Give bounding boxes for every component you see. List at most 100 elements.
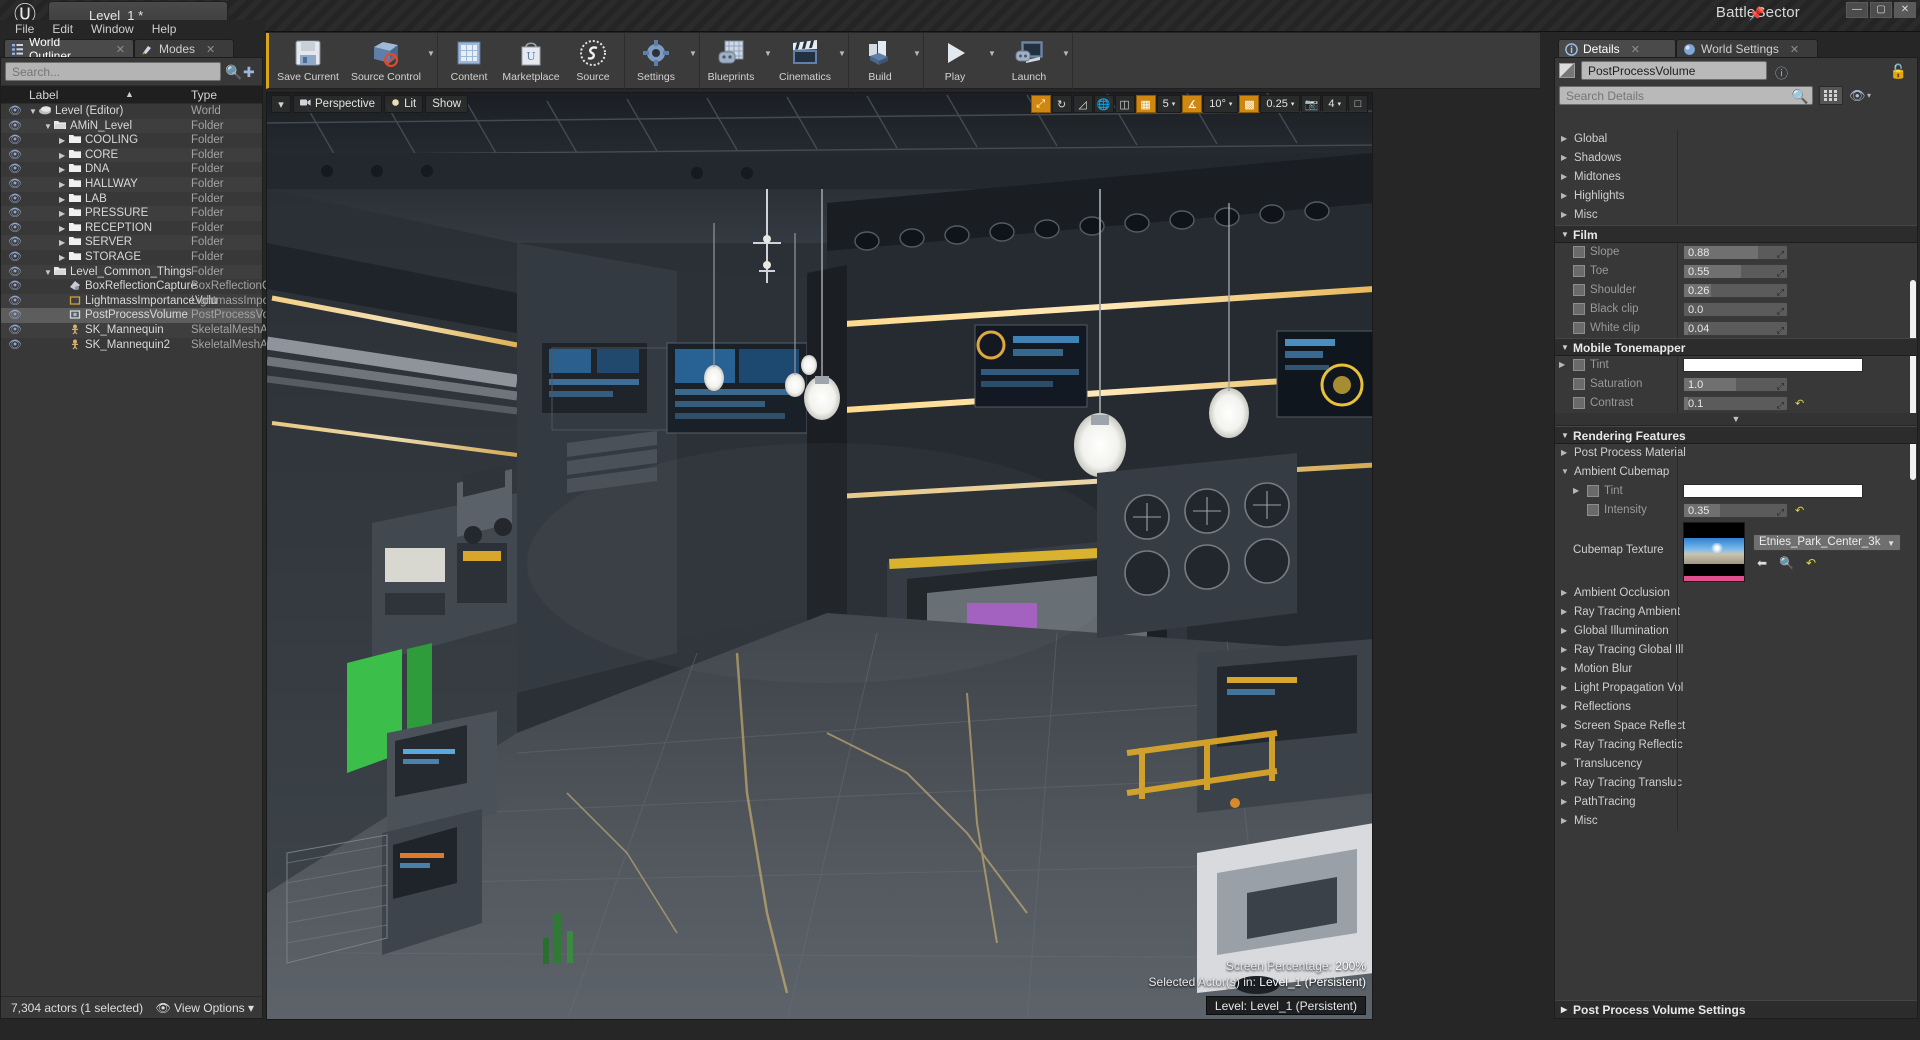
- view-options-button[interactable]: 👁 View Options ▾: [156, 1001, 254, 1015]
- property-number-field[interactable]: 0.1 ⤢: [1683, 396, 1788, 411]
- reset-icon[interactable]: ↶: [1806, 556, 1816, 570]
- row-visibility-eye-icon[interactable]: 👁: [8, 266, 22, 278]
- property-row-shadows[interactable]: ▶ Shadows: [1555, 149, 1917, 168]
- row-visibility-eye-icon[interactable]: 👁: [8, 251, 22, 263]
- property-override-checkbox[interactable]: [1573, 378, 1585, 390]
- grid-snap-icon[interactable]: ▦: [1135, 95, 1156, 113]
- chevron-right-icon[interactable]: ▶: [1573, 486, 1579, 495]
- row-expander-icon[interactable]: ▶: [59, 149, 65, 162]
- property-row-ray-tracing-ambient[interactable]: ▶ Ray Tracing Ambient: [1555, 603, 1917, 622]
- row-expander-icon[interactable]: ▶: [59, 163, 65, 176]
- property-row-contrast[interactable]: Contrast 0.1 ⤢ ↶: [1555, 394, 1917, 413]
- chevron-right-icon[interactable]: ▶: [1561, 134, 1567, 143]
- color-swatch[interactable]: [1683, 484, 1863, 498]
- property-row-post-process-material[interactable]: ▶ Post Process Material: [1555, 444, 1917, 463]
- chevron-down-icon[interactable]: ▼: [1060, 33, 1072, 87]
- row-visibility-eye-icon[interactable]: 👁: [8, 324, 22, 336]
- row-visibility-eye-icon[interactable]: 👁: [8, 309, 22, 321]
- row-expander-icon[interactable]: ▶: [59, 236, 65, 249]
- surface-snap-icon[interactable]: ◫: [1114, 95, 1135, 113]
- transform-mode-select-icon[interactable]: ⤢: [1030, 95, 1051, 113]
- toolbar-button-save-current[interactable]: Save Current: [269, 33, 347, 87]
- outliner-row[interactable]: 👁 SK_Mannequin2 SkeletalMeshAc: [1, 338, 273, 353]
- outliner-row[interactable]: 👁 ▶ LAB Folder: [1, 192, 262, 207]
- property-number-field[interactable]: 0.55 ⤢: [1683, 264, 1788, 279]
- row-visibility-eye-icon[interactable]: 👁: [8, 295, 22, 307]
- angle-snap-value[interactable]: 10° ▾: [1203, 95, 1239, 113]
- chevron-down-icon[interactable]: ▼: [986, 33, 998, 87]
- outliner-row[interactable]: 👁 ▶ COOLING Folder: [1, 133, 262, 148]
- property-row-saturation[interactable]: Saturation 1.0 ⤢: [1555, 375, 1917, 394]
- color-swatch[interactable]: [1683, 358, 1863, 372]
- toolbar-button-marketplace[interactable]: U Marketplace: [500, 33, 562, 87]
- property-row-slope[interactable]: Slope 0.88 ⤢: [1555, 243, 1917, 262]
- back-arrow-icon[interactable]: ⬅: [1757, 556, 1767, 570]
- browse-icon[interactable]: 🔍: [1779, 556, 1794, 570]
- property-override-checkbox[interactable]: [1587, 485, 1599, 497]
- level-viewport[interactable]: ▾ Perspective Lit Show ⤢ ↻ ◿ 🌐 ◫ ▦ 5 ▾ ∡…: [266, 92, 1373, 1020]
- pin-icon[interactable]: 📌: [1749, 6, 1765, 22]
- chevron-right-icon[interactable]: ▶: [1559, 360, 1565, 369]
- property-number-field[interactable]: 0.26 ⤢: [1683, 283, 1788, 298]
- property-row-pathtracing[interactable]: ▶ PathTracing: [1555, 793, 1917, 812]
- details-search-input[interactable]: [1559, 86, 1813, 105]
- maximize-viewport-icon[interactable]: □: [1348, 95, 1368, 113]
- category-mobile-tonemapper[interactable]: ▼ Mobile Tonemapper: [1555, 338, 1917, 356]
- row-expander-icon[interactable]: ▼: [44, 266, 52, 279]
- row-visibility-eye-icon[interactable]: 👁: [8, 120, 22, 132]
- row-expander-icon[interactable]: ▶: [59, 178, 65, 191]
- chevron-right-icon[interactable]: ▶: [1561, 588, 1567, 597]
- outliner-row[interactable]: 👁 ▶ SERVER Folder: [1, 235, 262, 250]
- tab-world-outliner[interactable]: World Outliner ✕: [4, 35, 134, 63]
- chevron-down-icon[interactable]: ▼: [687, 33, 699, 87]
- property-row-intensity[interactable]: Intensity 0.35 ⤢ ↶: [1555, 501, 1917, 520]
- property-row-tint[interactable]: ▶ Tint: [1555, 356, 1917, 375]
- property-row-ray-tracing-transluc[interactable]: ▶ Ray Tracing Transluc: [1555, 774, 1917, 793]
- chevron-right-icon[interactable]: ▶: [1561, 778, 1567, 787]
- property-number-field[interactable]: 0.88 ⤢: [1683, 245, 1788, 260]
- spinner-icon[interactable]: ⤢: [1777, 505, 1784, 519]
- chevron-right-icon[interactable]: ▶: [1561, 702, 1567, 711]
- current-level-indicator[interactable]: Level: Level_1 (Persistent): [1205, 996, 1366, 1015]
- spinner-icon[interactable]: ⤢: [1777, 285, 1784, 299]
- tab-modes-close-icon[interactable]: ✕: [206, 43, 215, 56]
- property-row-translucency[interactable]: ▶ Translucency: [1555, 755, 1917, 774]
- chevron-right-icon[interactable]: ▶: [1561, 816, 1567, 825]
- grid-snap-value[interactable]: 5 ▾: [1156, 95, 1182, 113]
- row-visibility-eye-icon[interactable]: 👁: [8, 207, 22, 219]
- row-expander-icon[interactable]: ▶: [59, 251, 65, 264]
- chevron-right-icon[interactable]: ▶: [1561, 172, 1567, 181]
- globe-icon[interactable]: 🌐: [1093, 95, 1114, 113]
- outliner-row[interactable]: 👁 LightmassImportanceVolu LightmassImpo: [1, 293, 269, 309]
- scale-snap-icon[interactable]: ▩: [1239, 95, 1260, 113]
- chevron-down-icon[interactable]: ▼: [425, 33, 437, 87]
- property-override-checkbox[interactable]: [1587, 504, 1599, 516]
- outliner-row[interactable]: 👁 ▼ AMiN_Level Folder: [1, 118, 262, 134]
- row-visibility-eye-icon[interactable]: 👁: [8, 236, 22, 248]
- outliner-row[interactable]: 👁 ▶ PRESSURE Folder: [1, 206, 262, 221]
- property-override-checkbox[interactable]: [1573, 359, 1585, 371]
- row-visibility-eye-icon[interactable]: 👁: [8, 134, 22, 146]
- tab-modes[interactable]: Modes ✕: [134, 39, 234, 58]
- toolbar-button-source[interactable]: Source: [562, 33, 624, 87]
- grid-view-icon[interactable]: [1819, 86, 1843, 105]
- outliner-search-input[interactable]: [5, 62, 221, 81]
- add-filter-icon[interactable]: ✚: [243, 64, 255, 81]
- row-expander-icon[interactable]: ▶: [59, 207, 65, 220]
- chevron-down-icon[interactable]: ▾: [1867, 91, 1871, 100]
- column-label[interactable]: Label: [29, 88, 58, 102]
- property-row-motion-blur[interactable]: ▶ Motion Blur: [1555, 660, 1917, 679]
- property-row-tint[interactable]: ▶ Tint: [1555, 482, 1917, 501]
- chevron-right-icon[interactable]: ▶: [1561, 797, 1567, 806]
- outliner-row[interactable]: 👁 ▶ CORE Folder: [1, 147, 262, 163]
- chevron-down-icon[interactable]: ▼: [762, 33, 774, 87]
- scale-icon[interactable]: ◿: [1072, 95, 1093, 113]
- row-expander-icon[interactable]: ▼: [29, 105, 37, 118]
- outliner-row[interactable]: 👁 ▶ DNA Folder: [1, 162, 262, 177]
- toolbar-button-blueprints[interactable]: Blueprints: [700, 33, 762, 87]
- row-visibility-eye-icon[interactable]: 👁: [8, 193, 22, 205]
- property-override-checkbox[interactable]: [1573, 246, 1585, 258]
- tab-details-close-icon[interactable]: ✕: [1631, 43, 1640, 56]
- outliner-row[interactable]: 👁 ▶ HALLWAY Folder: [1, 176, 262, 192]
- actor-name-input[interactable]: [1581, 61, 1767, 80]
